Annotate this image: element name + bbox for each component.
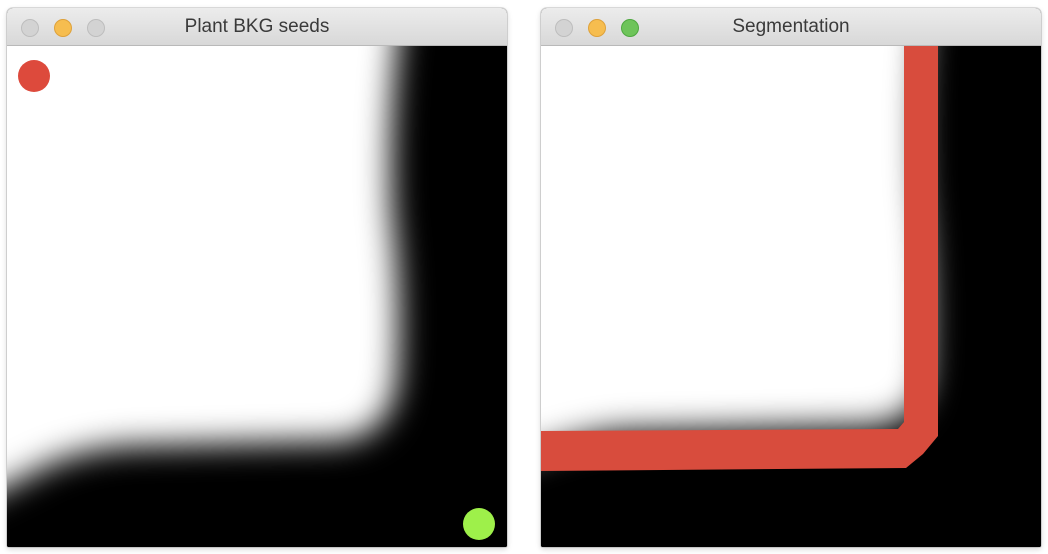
foreground-seed <box>18 60 50 92</box>
foreground-region <box>7 46 399 486</box>
foreground-region <box>541 46 928 451</box>
segmentation-image <box>541 46 1041 547</box>
seed-image <box>7 46 507 547</box>
background-seed <box>463 508 495 540</box>
titlebar[interactable]: Plant BKG seeds <box>7 8 507 46</box>
titlebar[interactable]: Segmentation <box>541 8 1041 46</box>
desktop: Plant BKG seeds Segmentation <box>0 0 1048 554</box>
image-canvas[interactable] <box>7 46 507 547</box>
window-title: Plant BKG seeds <box>184 16 330 37</box>
image-canvas[interactable] <box>541 46 1041 547</box>
window-plant-bkg-seeds[interactable]: Plant BKG seeds <box>7 8 507 547</box>
window-segmentation[interactable]: Segmentation <box>541 8 1041 547</box>
window-title: Segmentation <box>732 16 850 37</box>
